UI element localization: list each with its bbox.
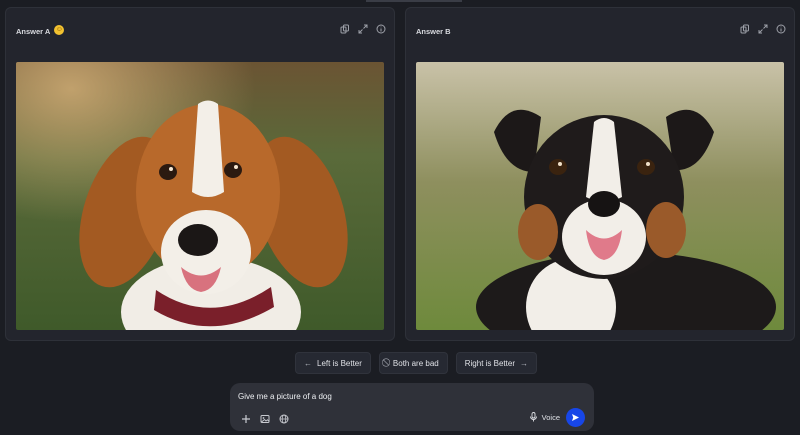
smiley-face-icon: ☺: [54, 24, 65, 35]
answer-b-header: Answer B: [416, 27, 451, 36]
dog-image-b: [416, 62, 784, 330]
microphone-icon: [529, 412, 537, 422]
right-is-better-label: Right is Better: [464, 358, 515, 368]
image-icon[interactable]: [259, 413, 270, 424]
globe-icon[interactable]: [278, 413, 289, 424]
send-button[interactable]: [566, 408, 585, 427]
answer-b-panel: Answer B: [405, 7, 795, 341]
answer-a-panel: Answer A ☺: [5, 7, 395, 341]
prompt-input[interactable]: Give me a picture of a dog: [238, 392, 332, 401]
arrow-right-icon: →: [519, 358, 528, 368]
expand-icon[interactable]: [358, 24, 368, 34]
send-icon: [572, 414, 579, 421]
vote-bar: ← Left is Better ⃠ Both are bad Right is…: [295, 352, 537, 374]
answer-a-title: Answer A: [16, 27, 51, 36]
plus-icon[interactable]: [240, 413, 251, 424]
answer-a-toolbar: [340, 24, 386, 34]
info-icon[interactable]: [376, 24, 386, 34]
copy-icon[interactable]: [340, 24, 350, 34]
right-is-better-button[interactable]: Right is Better →: [455, 352, 537, 374]
copy-icon[interactable]: [740, 24, 750, 34]
answer-b-toolbar: [740, 24, 786, 34]
answer-b-title: Answer B: [416, 27, 451, 36]
voice-label: Voice: [541, 412, 560, 422]
composer-tools: [240, 413, 289, 424]
left-is-better-label: Left is Better: [317, 358, 362, 368]
arrow-left-icon: ←: [304, 358, 312, 368]
info-icon[interactable]: [776, 24, 786, 34]
prompt-composer[interactable]: Give me a picture of a dog Voice: [230, 383, 594, 431]
dog-image-a: [16, 62, 384, 330]
voice-button[interactable]: Voice: [529, 412, 560, 422]
both-are-bad-label: Both are bad: [392, 358, 439, 368]
top-divider: [366, 0, 462, 2]
both-are-bad-button[interactable]: ⃠ Both are bad: [378, 352, 448, 374]
expand-icon[interactable]: [758, 24, 768, 34]
left-is-better-button[interactable]: ← Left is Better: [295, 352, 371, 374]
answer-a-header: Answer A ☺: [16, 24, 65, 36]
